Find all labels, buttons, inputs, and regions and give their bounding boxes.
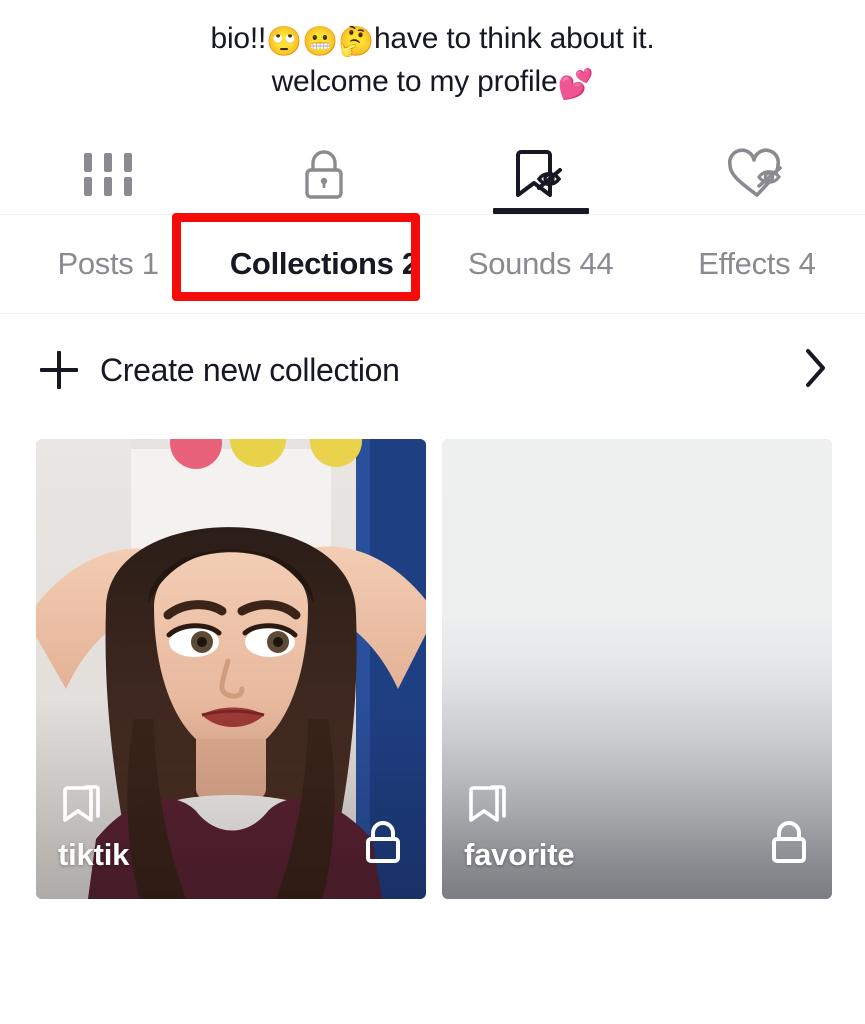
- rolling-eyes-emoji: 🙄: [266, 24, 303, 58]
- heart-eye-off-icon: [726, 148, 788, 202]
- active-tab-underline: [492, 208, 589, 215]
- bio-line-2: welcome to my profile💕: [0, 61, 865, 104]
- bio-text-3: welcome to my profile: [271, 65, 558, 99]
- tab-liked[interactable]: [649, 136, 865, 214]
- collection-name: tiktik: [58, 837, 130, 873]
- collection-meta: favorite: [464, 782, 810, 873]
- bio-text-1: bio!!: [210, 22, 267, 55]
- create-new-collection-row[interactable]: Create new collection: [0, 314, 865, 426]
- lock-icon: [300, 149, 348, 201]
- sub-tab-effects[interactable]: Effects 4: [649, 246, 865, 282]
- sub-tab-sounds[interactable]: Sounds 44: [433, 246, 649, 282]
- collection-meta: tiktik: [58, 782, 404, 873]
- thinking-face-emoji: 🤔: [338, 24, 374, 58]
- collections-grid: tiktik favorite: [0, 426, 865, 900]
- two-hearts-emoji: 💕: [557, 67, 594, 102]
- profile-tab-bar: [0, 136, 865, 215]
- collection-name: favorite: [464, 837, 575, 873]
- profile-bio: bio!!🙄😬🤔have to think about it. welcome …: [0, 0, 865, 104]
- tab-private[interactable]: [216, 136, 432, 214]
- plus-icon: [40, 351, 78, 390]
- grimacing-face-emoji: 😬: [302, 24, 339, 58]
- create-new-collection-label: Create new collection: [100, 351, 400, 388]
- grid-icon: [82, 152, 134, 198]
- tab-saved[interactable]: [433, 136, 649, 215]
- chevron-right-icon[interactable]: [803, 346, 829, 395]
- bookmark-icon: [58, 782, 404, 831]
- collection-card[interactable]: tiktik: [36, 439, 426, 900]
- collection-sub-tab-bar: Posts 1 Collections 2 Sounds 44 Effects …: [0, 213, 865, 313]
- collection-card[interactable]: favorite: [442, 439, 832, 900]
- sub-tab-posts[interactable]: Posts 1: [0, 246, 216, 282]
- tab-posts-grid[interactable]: [0, 136, 216, 214]
- bookmark-icon: [464, 782, 810, 831]
- sub-tab-collections[interactable]: Collections 2: [216, 246, 432, 282]
- bio-text-2: have to think about it.: [373, 22, 655, 55]
- bookmark-eye-off-icon: [511, 147, 571, 203]
- bio-line-1: bio!!🙄😬🤔have to think about it.: [0, 18, 865, 61]
- private-lock-icon: [362, 820, 404, 871]
- private-lock-icon: [768, 820, 810, 871]
